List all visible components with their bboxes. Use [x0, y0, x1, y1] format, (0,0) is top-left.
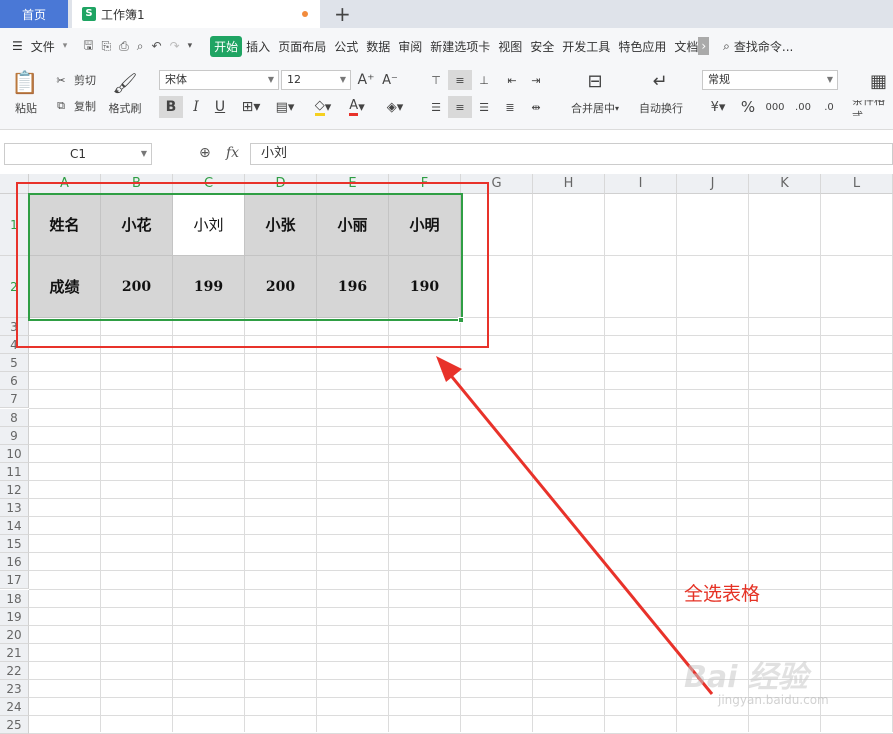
annotation-arrow	[436, 356, 714, 695]
watermark-url: jingyan.baidu.com	[718, 693, 829, 707]
arrow-head	[436, 356, 462, 382]
watermark-logo: Bai 经验	[684, 660, 808, 695]
annotation-label: 全选表格	[684, 583, 761, 605]
arrow-shaft	[446, 371, 714, 695]
